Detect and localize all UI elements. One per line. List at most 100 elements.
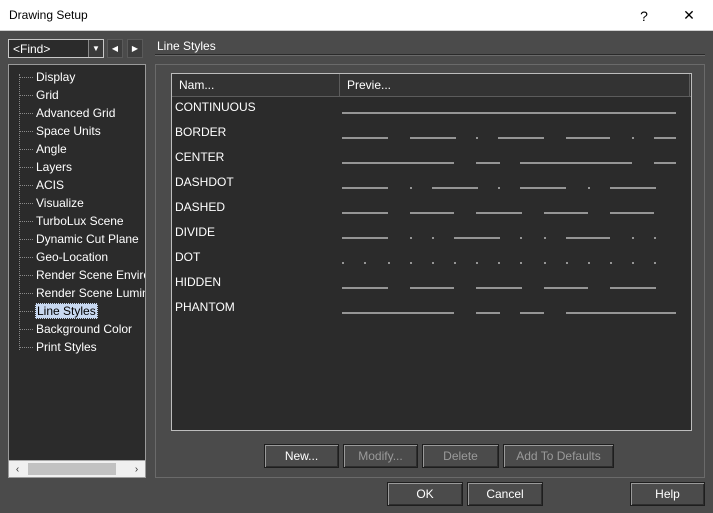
table-row[interactable]: DOT: [172, 248, 691, 273]
line-style-preview: [342, 237, 656, 239]
line-style-name: PHANTOM: [175, 300, 235, 314]
line-style-name: DASHED: [175, 200, 226, 214]
modify-button[interactable]: Modify...: [343, 444, 418, 468]
tree-item[interactable]: TurboLux Scene: [19, 212, 125, 230]
tree-item-label: Print Styles: [36, 340, 97, 354]
tree-item-label: ACIS: [36, 178, 65, 192]
tree-connector: [19, 292, 33, 294]
tree-item-label: Display: [36, 70, 76, 84]
next-arrow-icon[interactable]: ▶: [127, 39, 143, 58]
tree-item[interactable]: Line Styles: [19, 302, 98, 320]
tree-item-label: Render Scene Luminance: [36, 286, 145, 300]
scroll-left-icon[interactable]: ‹: [9, 461, 26, 477]
tree-connector: [19, 184, 33, 186]
line-style-name: BORDER: [175, 125, 227, 139]
settings-tree[interactable]: Display Grid Advanced Grid Space Units Angle…: [8, 64, 146, 478]
horizontal-scrollbar[interactable]: ‹ ›: [9, 460, 145, 477]
column-header-name[interactable]: Nam...: [172, 74, 340, 96]
table-row[interactable]: DIVIDE: [172, 223, 691, 248]
previous-arrow-icon[interactable]: ◀: [107, 39, 123, 58]
list-header: Nam... Previe...: [172, 74, 691, 97]
tree-item[interactable]: Display: [19, 68, 76, 86]
title-bar: Drawing Setup ? ✕: [0, 0, 713, 31]
tree-connector: [19, 112, 33, 114]
table-row[interactable]: BORDER: [172, 123, 691, 148]
help-icon[interactable]: ?: [621, 0, 667, 31]
tree-connector: [19, 346, 33, 348]
tree-item[interactable]: Visualize: [19, 194, 85, 212]
tree-item[interactable]: Render Scene Luminance: [19, 284, 145, 302]
tree-item-label: Visualize: [36, 196, 84, 210]
table-row[interactable]: DASHED: [172, 198, 691, 223]
help-button[interactable]: Help: [630, 482, 705, 506]
add-to-defaults-button[interactable]: Add To Defaults: [503, 444, 614, 468]
tree-item-label: Grid: [36, 88, 59, 102]
line-style-preview: [342, 137, 676, 139]
tree-item[interactable]: Angle: [19, 140, 68, 158]
section-divider: [155, 54, 705, 56]
line-style-name: DASHDOT: [175, 175, 234, 189]
line-style-name: CONTINUOUS: [175, 100, 256, 114]
tree-item-label: Render Scene Environment: [36, 268, 145, 282]
table-row[interactable]: CENTER: [172, 148, 691, 173]
tree-connector: [19, 76, 33, 78]
line-style-name: DIVIDE: [175, 225, 216, 239]
line-style-preview: [342, 287, 656, 289]
tree-item-label: Layers: [36, 160, 73, 174]
find-combo[interactable]: <Find> ▼: [8, 39, 104, 58]
tree-connector: [19, 274, 33, 276]
tree-item-label: Background Color: [36, 322, 133, 336]
tree-connector: [19, 202, 33, 204]
line-style-preview: [342, 312, 676, 314]
tree-item[interactable]: Grid: [19, 86, 60, 104]
table-row[interactable]: DASHDOT: [172, 173, 691, 198]
tree-item-label: Space Units: [36, 124, 101, 138]
delete-button[interactable]: Delete: [422, 444, 499, 468]
tree-connector: [19, 256, 33, 258]
table-row[interactable]: HIDDEN: [172, 273, 691, 298]
tree-item[interactable]: Background Color: [19, 320, 133, 338]
tree-item-label: Dynamic Cut Plane: [36, 232, 139, 246]
line-style-name: DOT: [175, 250, 201, 264]
tree-connector: [19, 94, 33, 96]
line-style-name: HIDDEN: [175, 275, 222, 289]
column-header-preview[interactable]: Previe...: [340, 74, 690, 96]
find-input[interactable]: <Find>: [13, 42, 50, 56]
tree-item[interactable]: Dynamic Cut Plane: [19, 230, 140, 248]
tree-item-label: Advanced Grid: [36, 106, 116, 120]
line-style-preview: [342, 187, 656, 189]
tree-item-label: Angle: [36, 142, 67, 156]
ok-button[interactable]: OK: [387, 482, 463, 506]
table-row[interactable]: PHANTOM: [172, 298, 691, 323]
table-row[interactable]: CONTINUOUS: [172, 98, 691, 123]
cancel-button[interactable]: Cancel: [467, 482, 543, 506]
tree-connector: [19, 148, 33, 150]
tree-item[interactable]: Render Scene Environment: [19, 266, 145, 284]
window-title: Drawing Setup: [9, 8, 88, 22]
tree-item[interactable]: Space Units: [19, 122, 102, 140]
tree-connector: [19, 328, 33, 330]
tree-item[interactable]: ACIS: [19, 176, 65, 194]
tree-item-label: Geo-Location: [36, 250, 109, 264]
close-icon[interactable]: ✕: [666, 0, 712, 31]
tree-connector: [19, 310, 33, 312]
tree-connector: [19, 130, 33, 132]
tree-connector: [19, 166, 33, 168]
new-button[interactable]: New...: [264, 444, 339, 468]
tree-item-label: Line Styles: [35, 303, 98, 319]
line-style-preview: [342, 112, 676, 114]
tree-item[interactable]: Layers: [19, 158, 73, 176]
tree-item[interactable]: Advanced Grid: [19, 104, 116, 122]
tree-item[interactable]: Geo-Location: [19, 248, 109, 266]
tree-list: Display Grid Advanced Grid Space Units Angle…: [9, 68, 145, 458]
tree-item-label: TurboLux Scene: [36, 214, 124, 228]
line-style-preview: [342, 162, 676, 164]
tree-connector: [19, 220, 33, 222]
line-style-preview: [342, 212, 654, 214]
line-styles-list[interactable]: Nam... Previe... CONTINUOUS BORDER CENTER D…: [171, 73, 692, 431]
scroll-thumb[interactable]: [28, 463, 116, 475]
section-title: Line Styles: [157, 39, 216, 53]
scroll-right-icon[interactable]: ›: [128, 461, 145, 477]
tree-item[interactable]: Print Styles: [19, 338, 98, 356]
chevron-down-icon[interactable]: ▼: [88, 40, 103, 57]
